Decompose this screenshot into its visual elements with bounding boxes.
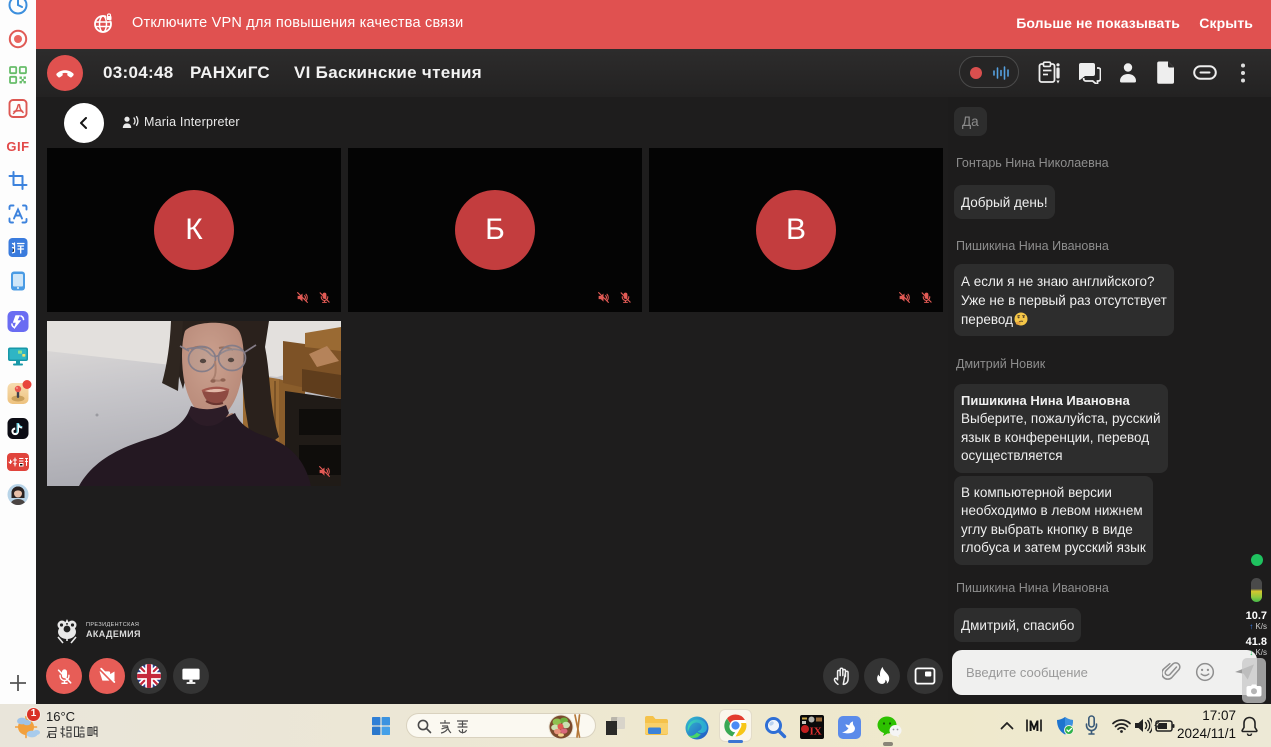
svg-text:IX: IX [810,726,822,738]
